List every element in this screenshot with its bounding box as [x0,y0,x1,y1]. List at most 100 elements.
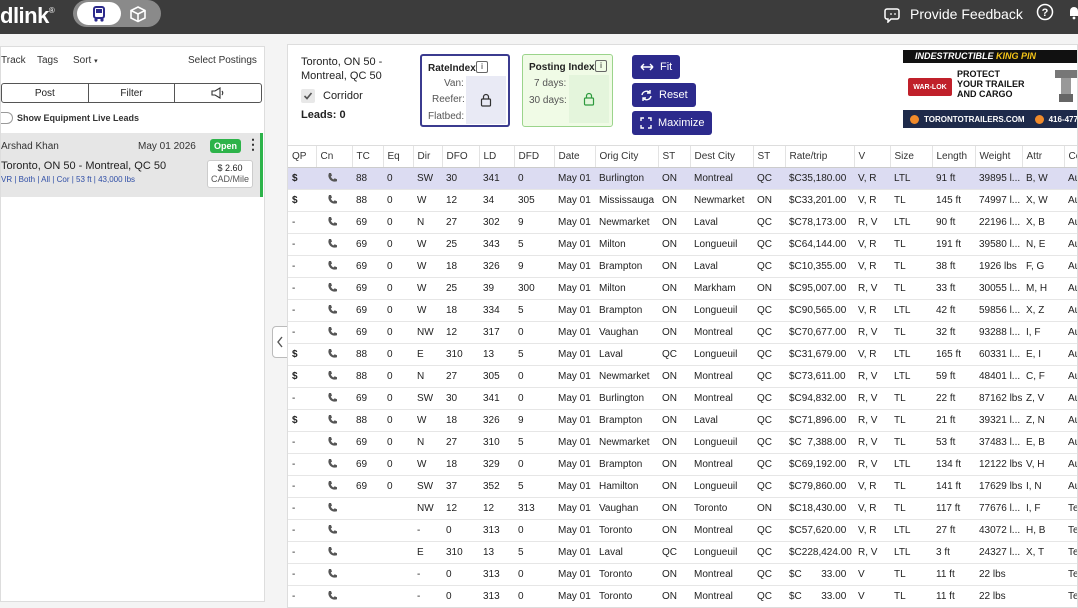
contact-cell[interactable] [316,541,352,564]
contact-cell[interactable] [316,189,352,212]
column-header[interactable]: Attr [1021,145,1064,168]
corridor-checkbox[interactable]: Corridor [301,89,363,103]
phone-icon[interactable] [327,480,338,491]
column-header[interactable]: DFD [513,145,554,168]
table-row[interactable]: - E 310 13 5 May 01 Laval QC Longueuil QC $C228,42… [288,541,1077,564]
contact-cell[interactable] [316,299,352,322]
column-header[interactable]: Cn [315,145,352,168]
column-header[interactable]: V [853,145,890,168]
maximize-button[interactable]: Maximize [632,111,713,135]
table-row[interactable]: - 69 0 W 18 334 5 May 01 Brampton ON Longueuil QC $C… [288,299,1077,322]
phone-icon[interactable] [327,304,338,315]
phone-icon[interactable] [327,326,338,337]
phone-icon[interactable] [327,524,338,535]
phone-icon[interactable] [327,414,338,425]
select-postings-link[interactable]: Select Postings [188,55,257,66]
contact-cell[interactable] [316,409,352,432]
contact-cell[interactable] [316,365,352,388]
phone-icon[interactable] [327,260,338,271]
table-row[interactable]: - 69 0 N 27 302 9 May 01 Newmarket ON Laval QC $C78,… [288,211,1077,234]
fit-button[interactable]: Fit [632,55,681,79]
provide-feedback-button[interactable]: Provide Feedback [884,4,1023,24]
column-header[interactable]: Co [1063,145,1077,168]
column-header[interactable]: Date [553,145,595,168]
phone-icon[interactable] [327,194,338,205]
contact-cell[interactable] [316,387,352,410]
phone-icon[interactable] [327,546,338,557]
contact-cell[interactable] [316,585,352,607]
brand-logo[interactable]: dlink® [0,3,55,29]
table-row[interactable]: - NW 12 12 313 May 01 Vaughan ON Toronto ON $C18,4… [288,497,1077,520]
column-header[interactable]: Size [889,145,932,168]
table-row[interactable]: - 69 0 W 18 326 9 May 01 Brampton ON Laval QC $C10,3… [288,255,1077,278]
kebab-menu-icon[interactable]: ⋮ [246,137,260,151]
contact-cell[interactable] [316,233,352,256]
table-row[interactable]: $88 0 E 310 13 5 May 01 Laval QC Longueuil QC $C31,… [288,343,1077,366]
contact-cell[interactable] [316,497,352,520]
phone-icon[interactable] [327,370,338,381]
column-header[interactable]: Dir [412,145,442,168]
contact-cell[interactable] [316,343,352,366]
column-header[interactable]: DFO [441,145,479,168]
contact-cell[interactable] [316,167,352,190]
tab-track[interactable]: Track [1,55,26,66]
table-row[interactable]: -69 0 NW 12 317 0 May 01 Vaughan ON Montreal QC $C7… [288,321,1077,344]
table-row[interactable]: - 69 0 W 25 343 5 May 01 Milton ON Longueuil QC $C64… [288,233,1077,256]
contact-cell[interactable] [316,431,352,454]
contact-cell[interactable] [316,277,352,300]
truck-mode-button[interactable] [77,2,121,25]
contact-cell[interactable] [316,321,352,344]
table-row[interactable]: $88 0 W 18 326 9 May 01 Brampton ON Laval QC $C71,8… [288,409,1077,432]
notification-bell-icon[interactable] [1068,4,1078,25]
table-row[interactable]: - -0 313 0 May 01 Toronto ON Montreal QC $C 33.00… [288,563,1077,586]
reset-button[interactable]: Reset [632,83,696,107]
phone-icon[interactable] [327,238,338,249]
column-header[interactable]: TC [351,145,383,168]
help-icon[interactable]: ? [1036,3,1054,26]
post-button[interactable]: Post [2,84,89,102]
info-icon[interactable]: i [595,60,607,72]
posting-card[interactable]: Arshad Khan May 01 2026 Open ⋮ Toronto, … [1,133,263,197]
phone-icon[interactable] [327,392,338,403]
collapse-panel-button[interactable] [272,326,288,358]
equipment-live-leads-toggle[interactable]: Show Equipment Live Leads [1,111,139,125]
phone-icon[interactable] [327,502,338,513]
load-mode-button[interactable] [116,2,160,25]
announce-button[interactable] [175,84,261,102]
column-header[interactable]: Rate/trip [784,145,854,168]
contact-cell[interactable] [316,255,352,278]
phone-icon[interactable] [327,436,338,447]
contact-cell[interactable] [316,453,352,476]
toggle-switch[interactable] [1,112,13,124]
table-row[interactable]: -69 0 W 18 329 0 May 01 Brampton ON Montreal QC $C6… [288,453,1077,476]
column-header[interactable]: Orig City [594,145,658,168]
contact-cell[interactable] [316,475,352,498]
table-row[interactable]: -69 0 W 25 39 300 May 01 Milton ON Markham ON $C95,… [288,277,1077,300]
filter-button[interactable]: Filter [89,84,176,102]
table-row[interactable]: $88 0 SW 30 341 0 May 01 Burlington ON Montreal QC… [288,167,1077,190]
column-header[interactable]: ST [752,145,785,168]
contact-cell[interactable] [316,563,352,586]
table-row[interactable]: $88 0 W 12 34 305 May 01 Mississauga ON Newmarket… [288,189,1077,212]
info-icon[interactable]: i [476,61,488,73]
phone-icon[interactable] [327,458,338,469]
table-row[interactable]: - -0 313 0 May 01 Toronto ON Montreal QC $C57,620… [288,519,1077,542]
table-row[interactable]: - -0 313 0 May 01 Toronto ON Montreal QC $C 33.00… [288,585,1077,607]
phone-icon[interactable] [327,568,338,579]
posting-locked-area[interactable] [569,75,609,123]
phone-icon[interactable] [327,282,338,293]
column-header[interactable]: Eq [382,145,413,168]
column-header[interactable]: Dest City [689,145,753,168]
tab-tags[interactable]: Tags [37,55,58,66]
phone-icon[interactable] [327,348,338,359]
contact-cell[interactable] [316,211,352,234]
contact-cell[interactable] [316,519,352,542]
table-row[interactable]: - 69 0 SW 37 352 5 May 01 Hamilton ON Longueuil QC $… [288,475,1077,498]
column-header[interactable]: QP [288,145,316,168]
phone-icon[interactable] [327,172,338,183]
phone-icon[interactable] [327,590,338,601]
column-header[interactable]: Length [931,145,975,168]
checkmark-icon[interactable] [301,89,315,103]
table-row[interactable]: -69 0 SW 30 341 0 May 01 Burlington ON Montreal QC… [288,387,1077,410]
rate-locked-area[interactable] [466,76,506,124]
